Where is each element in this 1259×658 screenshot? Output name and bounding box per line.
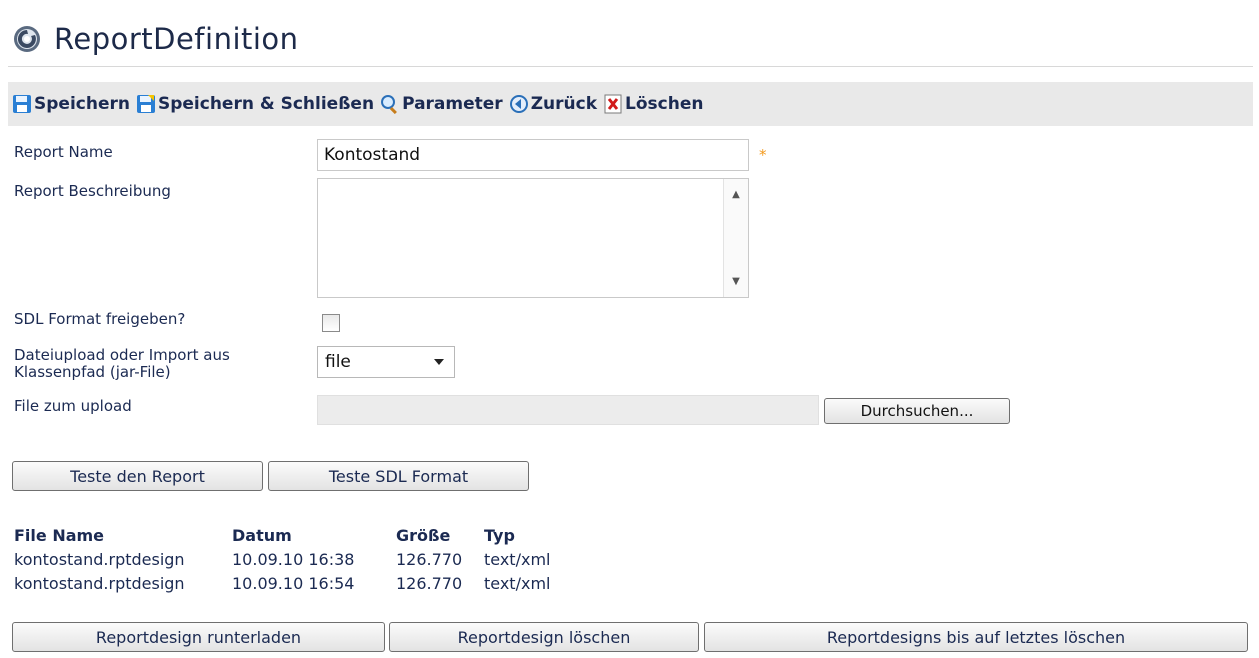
test-sdl-button[interactable]: Teste SDL Format <box>268 461 529 491</box>
table-row: kontostand.rptdesign 10.09.10 16:38 126.… <box>14 547 604 571</box>
save-close-label: Speichern & Schließen <box>157 94 375 114</box>
column-header-size: Größe <box>396 525 451 545</box>
report-description-textarea[interactable]: ▲ ▼ <box>317 178 749 298</box>
delete-button[interactable]: Löschen <box>603 94 703 114</box>
save-button[interactable]: Speichern <box>12 94 130 114</box>
table-row: kontostand.rptdesign 10.09.10 16:54 126.… <box>14 571 604 595</box>
header-divider <box>8 66 1253 67</box>
magnifier-icon <box>381 95 398 114</box>
page-title: ReportDefinition <box>54 22 299 56</box>
back-button[interactable]: Zurück <box>509 94 597 114</box>
back-label: Zurück <box>530 94 598 114</box>
floppy-disk-icon <box>13 95 31 113</box>
size-cell: 126.770 <box>396 573 463 593</box>
chevron-down-icon <box>434 359 444 365</box>
download-reportdesign-button[interactable]: Reportdesign runterladen <box>12 622 385 652</box>
delete-all-but-last-button[interactable]: Reportdesigns bis auf letztes löschen <box>704 622 1248 652</box>
column-header-file-name: File Name <box>14 525 105 545</box>
parameter-label: Parameter <box>402 94 503 114</box>
files-table-header: File Name Datum Größe Typ <box>14 523 604 547</box>
parameter-button[interactable]: Parameter <box>380 94 503 114</box>
type-cell: text/xml <box>484 573 551 593</box>
floppy-disk-close-icon <box>136 95 155 113</box>
save-close-button[interactable]: Speichern & Schließen <box>136 94 374 114</box>
test-report-button[interactable]: Teste den Report <box>12 461 263 491</box>
sdl-format-label: SDL Format freigeben? <box>14 310 186 328</box>
report-name-label: Report Name <box>14 143 113 161</box>
delete-label: Löschen <box>625 94 704 114</box>
upload-source-label-line1: Dateiupload oder Import aus <box>14 346 230 364</box>
delete-reportdesign-button[interactable]: Reportdesign löschen <box>389 622 699 652</box>
sdl-format-checkbox[interactable] <box>322 314 340 332</box>
scroll-up-icon[interactable]: ▲ <box>724 189 748 200</box>
column-header-date: Datum <box>232 525 292 545</box>
back-arrow-icon <box>509 95 528 113</box>
page-header: ReportDefinition <box>12 18 299 60</box>
date-cell: 10.09.10 16:38 <box>232 549 355 569</box>
report-description-label: Report Beschreibung <box>14 182 171 200</box>
toolbar: Speichern Speichern & Schließen Paramete… <box>8 82 1253 126</box>
file-path-input[interactable] <box>317 395 819 425</box>
save-label: Speichern <box>34 94 130 114</box>
gear-globe-icon <box>14 26 40 52</box>
upload-source-select[interactable]: file <box>317 346 455 378</box>
report-name-input[interactable]: Kontostand <box>317 139 749 171</box>
browse-button[interactable]: Durchsuchen... <box>824 398 1010 424</box>
scroll-down-icon[interactable]: ▼ <box>724 276 748 287</box>
file-name-cell: kontostand.rptdesign <box>14 573 185 593</box>
red-x-icon <box>604 94 622 114</box>
column-header-type: Typ <box>484 525 515 545</box>
file-name-cell: kontostand.rptdesign <box>14 549 185 569</box>
date-cell: 10.09.10 16:54 <box>232 573 355 593</box>
required-marker: * <box>759 146 767 164</box>
upload-source-value: file <box>325 352 351 372</box>
textarea-scrollbar[interactable]: ▲ ▼ <box>723 179 748 297</box>
upload-source-label: Dateiupload oder Import aus Klassenpfad … <box>14 347 230 381</box>
files-table: File Name Datum Größe Typ kontostand.rpt… <box>14 523 604 595</box>
type-cell: text/xml <box>484 549 551 569</box>
file-upload-label: File zum upload <box>14 397 132 415</box>
size-cell: 126.770 <box>396 549 463 569</box>
upload-source-label-line2: Klassenpfad (jar-File) <box>14 363 171 381</box>
